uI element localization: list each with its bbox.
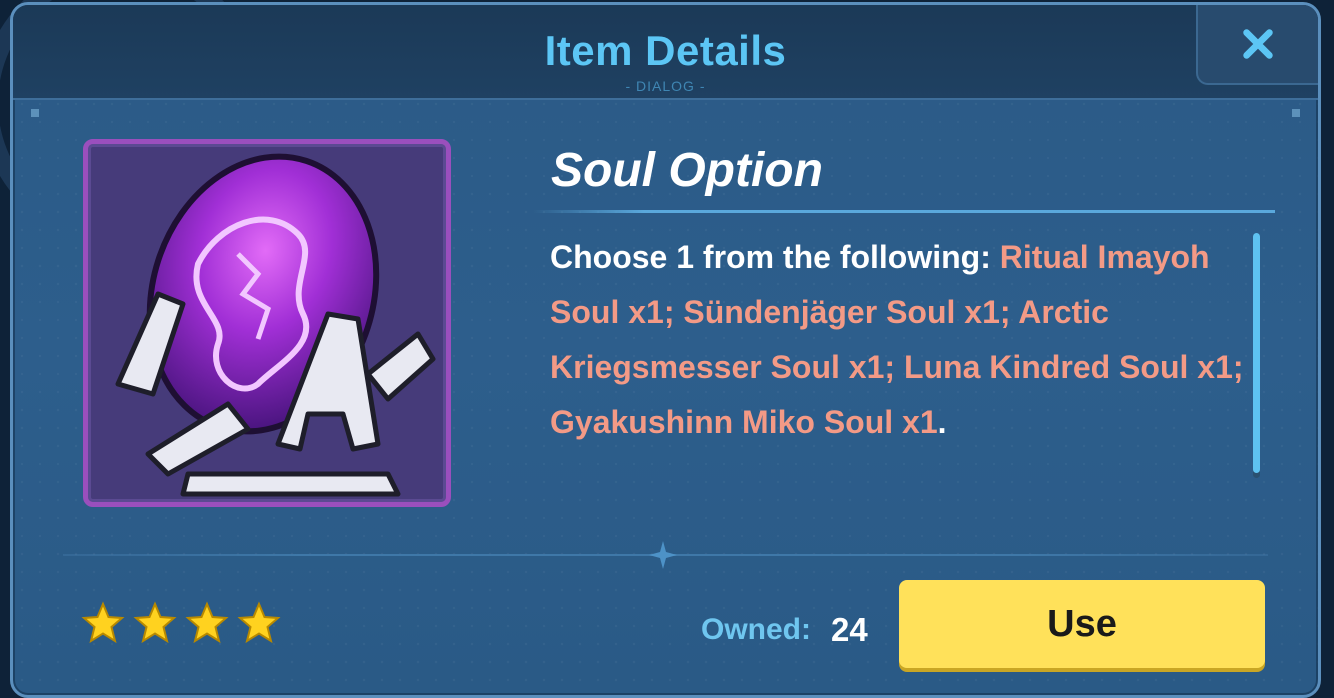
star-icon	[133, 601, 177, 644]
purple-soul-egg-icon	[115, 153, 436, 497]
owned-count: 24	[831, 611, 868, 648]
dialog-subtitle: - DIALOG -	[625, 78, 706, 94]
corner-dot	[1292, 109, 1300, 117]
scrollbar-thumb[interactable]	[1253, 233, 1260, 473]
close-icon	[1243, 29, 1273, 59]
item-icon-frame	[83, 139, 451, 507]
description-prefix: Choose 1 from the following:	[550, 239, 1000, 275]
star-icon	[237, 601, 281, 644]
sparkle-icon	[649, 541, 677, 569]
close-button[interactable]	[1196, 5, 1318, 85]
description-suffix: .	[937, 404, 947, 440]
item-details-dialog: Item Details - DIALOG - Soul Option Choo…	[10, 2, 1321, 698]
use-button[interactable]: Use	[899, 580, 1265, 668]
star-icon	[81, 601, 125, 644]
dialog-header: Item Details - DIALOG -	[13, 5, 1318, 100]
star-icon	[185, 601, 229, 644]
description-scrollbar[interactable]	[1253, 233, 1260, 478]
dialog-title: Item Details	[544, 27, 787, 74]
item-description: Choose 1 from the following: Ritual Imay…	[550, 230, 1250, 450]
item-name: Soul Option	[551, 144, 823, 197]
owned-label: Owned:	[701, 613, 811, 646]
title-underline	[533, 210, 1275, 213]
corner-dot	[31, 109, 39, 117]
rarity-stars	[81, 601, 281, 645]
